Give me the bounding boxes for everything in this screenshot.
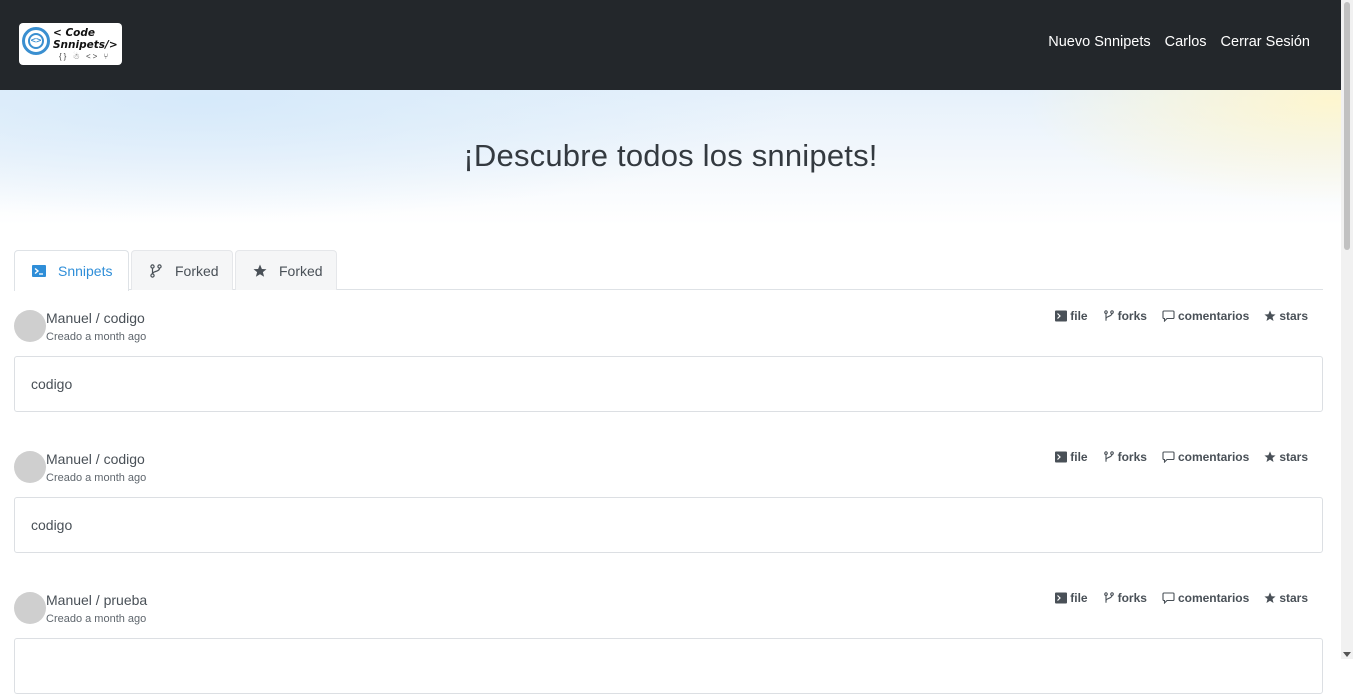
comments-button[interactable]: comentarios [1162, 591, 1249, 605]
snippet-actions: file forks comentarios stars [1055, 591, 1308, 605]
nav-user-link[interactable]: Carlos [1165, 34, 1207, 50]
stars-label: stars [1279, 591, 1308, 605]
file-button[interactable]: file [1055, 591, 1088, 605]
comment-icon [1162, 451, 1175, 463]
file-label: file [1070, 591, 1088, 605]
terminal-icon [1055, 451, 1068, 463]
terminal-icon [1055, 592, 1068, 604]
stars-label: stars [1279, 450, 1308, 464]
snippet-title[interactable]: Manuel / codigo [46, 310, 145, 326]
tab-snippets[interactable]: Snnipets [14, 250, 129, 291]
comments-button[interactable]: comentarios [1162, 450, 1249, 464]
forks-button[interactable]: forks [1103, 309, 1147, 323]
star-icon [253, 264, 267, 277]
logo-mini-icons: {} ☃ <> ⑂ [59, 52, 111, 61]
snippet-content: codigo [31, 517, 73, 533]
snippet-date: Creado a month ago [46, 472, 147, 484]
snippet-preview[interactable]: codigo [14, 497, 1323, 553]
tab-forked-label: Forked [175, 262, 219, 279]
fork-icon [1103, 310, 1114, 321]
forks-label: forks [1117, 450, 1147, 464]
terminal-icon [32, 265, 46, 277]
navbar: <> < Code Snnipets/> {} ☃ <> ⑂ Nuevo Snn… [0, 0, 1341, 90]
stars-button[interactable]: stars [1264, 309, 1308, 323]
page-scrollbar[interactable] [1341, 0, 1353, 659]
comment-icon [1162, 310, 1175, 322]
star-icon [1264, 310, 1276, 321]
avatar[interactable] [14, 451, 46, 483]
fork-icon [1103, 451, 1114, 462]
avatar[interactable] [14, 310, 46, 342]
forks-label: forks [1117, 591, 1147, 605]
file-label: file [1070, 309, 1088, 323]
brand-logo[interactable]: <> < Code Snnipets/> {} ☃ <> ⑂ [19, 23, 122, 65]
forks-button[interactable]: forks [1103, 450, 1147, 464]
star-icon [1264, 592, 1276, 603]
snippet-actions: file forks comentarios stars [1055, 309, 1308, 323]
snippet-actions: file forks comentarios stars [1055, 450, 1308, 464]
comments-label: comentarios [1177, 591, 1250, 605]
forks-button[interactable]: forks [1103, 591, 1147, 605]
avatar[interactable] [14, 592, 46, 624]
fork-icon [1103, 592, 1114, 603]
logo-text: < Code Snnipets/> [53, 27, 118, 51]
stars-button[interactable]: stars [1264, 591, 1308, 605]
scrollbar-thumb[interactable] [1344, 2, 1350, 250]
forks-label: forks [1117, 309, 1147, 323]
comments-label: comentarios [1177, 450, 1250, 464]
file-button[interactable]: file [1055, 450, 1088, 464]
nav-logout-link[interactable]: Cerrar Sesión [1221, 34, 1310, 50]
tab-starred-label: Forked [279, 262, 323, 279]
page-title: ¡Descubre todos los snnipets! [463, 138, 878, 173]
file-button[interactable]: file [1055, 309, 1088, 323]
stars-label: stars [1279, 309, 1308, 323]
tab-forked[interactable]: Forked [131, 250, 233, 290]
comments-button[interactable]: comentarios [1162, 309, 1249, 323]
tab-bar: Snnipets Forked Forked [14, 250, 1323, 291]
snippet-title[interactable]: Manuel / prueba [46, 592, 147, 608]
snippet-title[interactable]: Manuel / codigo [46, 451, 145, 467]
nav-links: Nuevo Snnipets Carlos Cerrar Sesión [1048, 34, 1310, 50]
terminal-icon [1055, 310, 1068, 322]
comment-icon [1162, 592, 1175, 604]
snippet-date: Creado a month ago [46, 331, 147, 343]
snippet-content: codigo [31, 376, 73, 392]
logo-text-line1: < Code [53, 27, 96, 39]
code-logo-icon: <> [22, 27, 50, 55]
fork-icon [150, 263, 162, 278]
snippet-preview[interactable]: codigo [14, 356, 1323, 412]
stars-button[interactable]: stars [1264, 450, 1308, 464]
snippet-date: Creado a month ago [46, 613, 147, 625]
scroll-down-arrow-icon[interactable] [1343, 652, 1351, 657]
nav-new-snippet-link[interactable]: Nuevo Snnipets [1048, 34, 1150, 50]
hero-banner: ¡Descubre todos los snnipets! [0, 90, 1341, 225]
tab-starred[interactable]: Forked [235, 250, 337, 290]
star-icon [1264, 451, 1276, 462]
tab-snippets-label: Snnipets [58, 263, 113, 279]
comments-label: comentarios [1177, 309, 1250, 323]
snippet-preview[interactable] [14, 638, 1323, 694]
file-label: file [1070, 450, 1088, 464]
logo-text-line2: Snnipets/> [53, 39, 118, 51]
